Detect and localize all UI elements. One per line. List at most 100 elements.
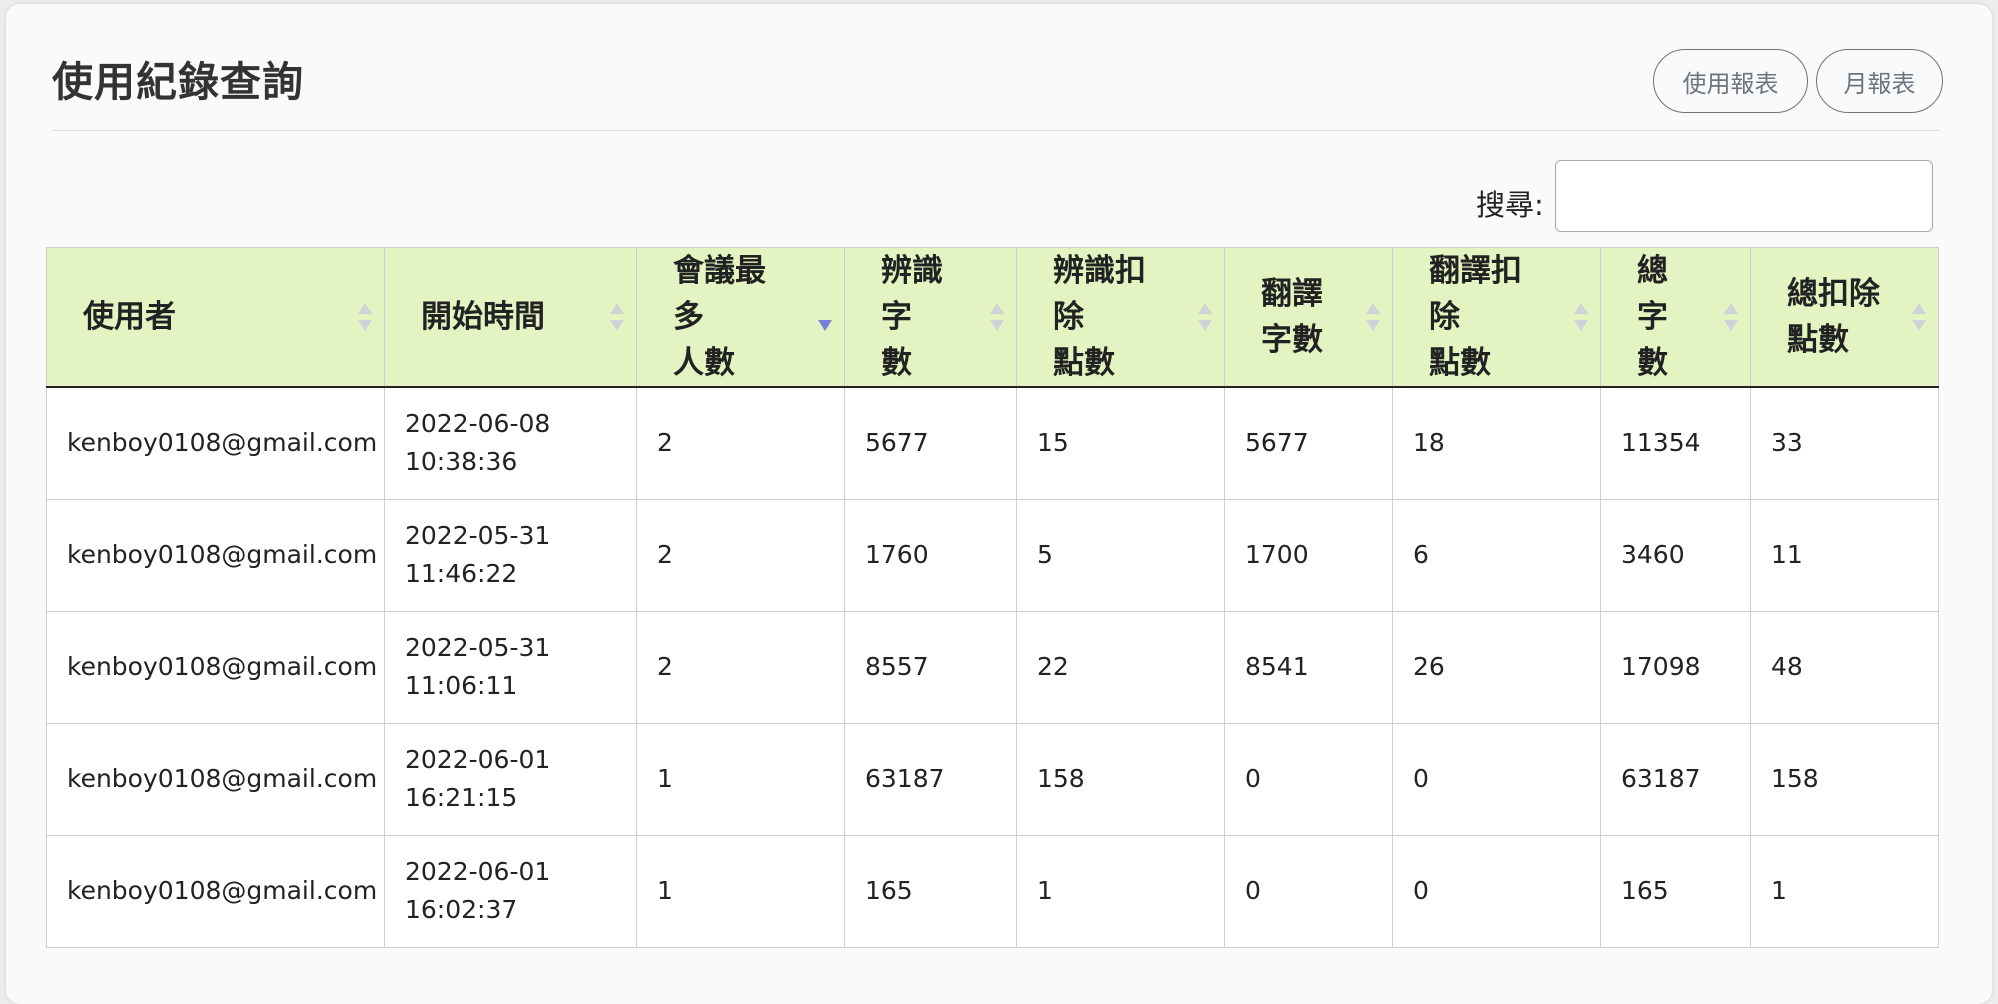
table-cell-recognition-chars: 8557 xyxy=(844,610,1017,724)
column-header-label: 人數 xyxy=(673,345,735,381)
sort-asc-icon xyxy=(1366,303,1380,314)
table-cell-translation-chars: 0 xyxy=(1224,722,1393,836)
sort-icon[interactable] xyxy=(1198,302,1212,332)
table-cell-translation-chars: 1700 xyxy=(1224,498,1393,612)
table-cell-translation-points: 6 xyxy=(1392,498,1601,612)
column-header-total-chars[interactable]: 總字數 xyxy=(1600,247,1751,388)
usage-records-table: 使用者 開始時間 會議最多 人數 辨識字數 辨識扣除 點數 翻譯 字數 翻譯扣除 點數 … xyxy=(46,247,1939,948)
sort-asc-icon xyxy=(1574,303,1588,314)
column-header-user[interactable]: 使用者 xyxy=(46,247,385,388)
column-header-max-participants[interactable]: 會議最多 人數 xyxy=(636,247,845,388)
search-input[interactable] xyxy=(1555,160,1933,232)
table-cell-max-participants: 1 xyxy=(636,722,845,836)
sort-desc-icon xyxy=(1912,320,1926,331)
column-header-label: 總字 xyxy=(1637,253,1668,335)
table-cell-recognition-points: 5 xyxy=(1016,498,1225,612)
table-cell-total-chars: 3460 xyxy=(1600,498,1751,612)
table-cell-total-chars: 63187 xyxy=(1600,722,1751,836)
column-header-label: 總扣除 xyxy=(1787,276,1880,312)
start-time: 11:06:11 xyxy=(405,671,518,700)
table-cell-user: kenboy0108@gmail.com xyxy=(46,834,385,948)
table-cell-recognition-chars: 63187 xyxy=(844,722,1017,836)
sort-icon[interactable] xyxy=(818,302,832,332)
table-cell-user: kenboy0108@gmail.com xyxy=(46,386,385,500)
monthly-report-button[interactable]: 月報表 xyxy=(1816,49,1943,113)
column-header-label: 辨識字 xyxy=(881,253,943,335)
sort-desc-icon xyxy=(358,320,372,331)
table-cell-total-points: 1 xyxy=(1750,834,1939,948)
sort-asc-icon xyxy=(1724,303,1738,314)
table-cell-translation-points: 26 xyxy=(1392,610,1601,724)
table-cell-start-time: 2022-06-01 16:02:37 xyxy=(384,834,637,948)
column-header-start-time[interactable]: 開始時間 xyxy=(384,247,637,388)
table-cell-user: kenboy0108@gmail.com xyxy=(46,722,385,836)
sort-desc-icon xyxy=(1366,320,1380,331)
table-cell-recognition-points: 22 xyxy=(1016,610,1225,724)
sort-icon[interactable] xyxy=(1912,302,1926,332)
table-cell-max-participants: 2 xyxy=(636,610,845,724)
sort-asc-icon xyxy=(818,303,832,314)
sort-asc-icon xyxy=(610,303,624,314)
table-cell-user: kenboy0108@gmail.com xyxy=(46,610,385,724)
sort-desc-icon xyxy=(990,320,1004,331)
start-date: 2022-06-01 xyxy=(405,745,551,774)
column-header-label: 點數 xyxy=(1787,322,1849,358)
column-header-total-points[interactable]: 總扣除 點數 xyxy=(1750,247,1939,388)
table-cell-recognition-chars: 165 xyxy=(844,834,1017,948)
table-cell-translation-chars: 8541 xyxy=(1224,610,1393,724)
table-cell-translation-points: 0 xyxy=(1392,834,1601,948)
table-cell-recognition-chars: 1760 xyxy=(844,498,1017,612)
search-label: 搜尋: xyxy=(1476,188,1544,222)
column-header-recognition-points[interactable]: 辨識扣除 點數 xyxy=(1016,247,1225,388)
sort-asc-icon xyxy=(1912,303,1926,314)
table-row[interactable]: kenboy0108@gmail.com 2022-06-08 10:38:36 2 5… xyxy=(46,386,1939,500)
column-header-label: 點數 xyxy=(1429,345,1491,381)
start-time: 16:02:37 xyxy=(405,895,518,924)
sort-desc-icon xyxy=(1198,320,1212,331)
table-cell-start-time: 2022-06-01 16:21:15 xyxy=(384,722,637,836)
column-header-label: 字數 xyxy=(1261,322,1323,358)
table-cell-translation-points: 18 xyxy=(1392,386,1601,500)
column-header-label: 使用者 xyxy=(83,299,176,335)
sort-icon[interactable] xyxy=(990,302,1004,332)
table-cell-max-participants: 2 xyxy=(636,498,845,612)
sort-desc-icon xyxy=(818,320,832,331)
sort-icon[interactable] xyxy=(610,302,624,332)
table-cell-translation-chars: 5677 xyxy=(1224,386,1393,500)
page-title: 使用紀錄查詢 xyxy=(52,58,304,106)
column-header-recognition-chars[interactable]: 辨識字數 xyxy=(844,247,1017,388)
sort-icon[interactable] xyxy=(1574,302,1588,332)
table-cell-start-time: 2022-06-08 10:38:36 xyxy=(384,386,637,500)
page-header: 使用紀錄查詢 使用報表 月報表 xyxy=(52,4,1943,131)
table-cell-total-points: 11 xyxy=(1750,498,1939,612)
column-header-label: 數 xyxy=(881,345,912,381)
table-cell-total-chars: 165 xyxy=(1600,834,1751,948)
start-date: 2022-06-01 xyxy=(405,857,551,886)
column-header-translation-points[interactable]: 翻譯扣除 點數 xyxy=(1392,247,1601,388)
table-cell-translation-chars: 0 xyxy=(1224,834,1393,948)
table-cell-recognition-points: 1 xyxy=(1016,834,1225,948)
column-header-label: 會議最多 xyxy=(673,253,766,335)
table-row[interactable]: kenboy0108@gmail.com 2022-05-31 11:46:22 2 1… xyxy=(46,498,1939,612)
table-cell-total-points: 48 xyxy=(1750,610,1939,724)
sort-icon[interactable] xyxy=(358,302,372,332)
table-row[interactable]: kenboy0108@gmail.com 2022-06-01 16:02:37 1 1… xyxy=(46,834,1939,948)
table-cell-recognition-chars: 5677 xyxy=(844,386,1017,500)
column-header-label: 辨識扣除 xyxy=(1053,253,1146,335)
table-cell-max-participants: 1 xyxy=(636,834,845,948)
sort-asc-icon xyxy=(990,303,1004,314)
table-row[interactable]: kenboy0108@gmail.com 2022-05-31 11:06:11 2 8… xyxy=(46,610,1939,724)
table-cell-total-chars: 17098 xyxy=(1600,610,1751,724)
table-cell-start-time: 2022-05-31 11:06:11 xyxy=(384,610,637,724)
table-row[interactable]: kenboy0108@gmail.com 2022-06-01 16:21:15 1 6… xyxy=(46,722,1939,836)
sort-icon[interactable] xyxy=(1724,302,1738,332)
usage-report-button[interactable]: 使用報表 xyxy=(1653,49,1808,113)
table-cell-translation-points: 0 xyxy=(1392,722,1601,836)
sort-icon[interactable] xyxy=(1366,302,1380,332)
start-date: 2022-06-08 xyxy=(405,409,551,439)
table-cell-start-time: 2022-05-31 11:46:22 xyxy=(384,498,637,612)
start-time: 10:38:36 xyxy=(405,447,518,477)
column-header-label: 翻譯扣除 xyxy=(1429,253,1522,335)
column-header-translation-chars[interactable]: 翻譯 字數 xyxy=(1224,247,1393,388)
table-body: kenboy0108@gmail.com 2022-06-08 10:38:36 2 5… xyxy=(46,386,1939,948)
